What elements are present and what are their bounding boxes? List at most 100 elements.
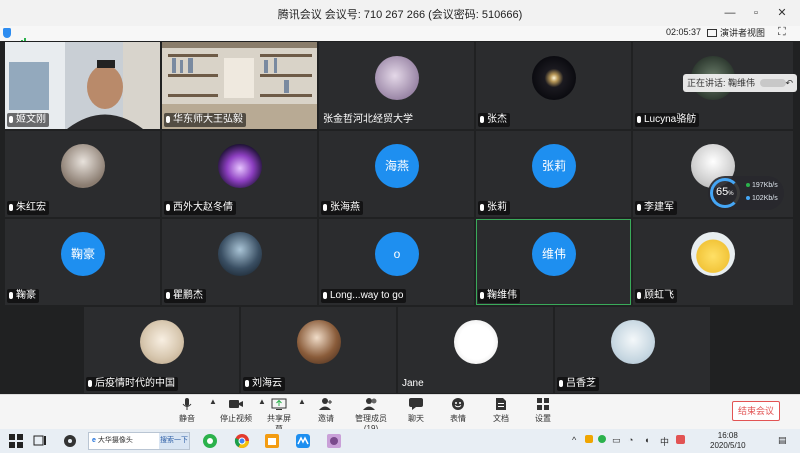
mic-icon [323, 204, 327, 211]
mute-button[interactable]: 静音 [172, 397, 202, 424]
participant-name: 姬文刚 [16, 114, 46, 125]
participant-name: Long...way to go [330, 290, 404, 301]
restore-icon[interactable]: ▫ [745, 3, 767, 23]
participant-label: 吕香芝 [557, 377, 599, 391]
meeting-toolbar: 静音 ▲ 停止视频 ▲ 共享屏幕 ▲ 邀请 管理成员(19) 聊天 表情 [0, 394, 800, 434]
participant-name: 顾虹飞 [644, 290, 674, 301]
title-bar: 腾讯会议 会议号: 710 267 266 (会议密码: 510666) — ▫… [0, 0, 800, 26]
mic-icon [9, 116, 13, 123]
mic-icon [9, 204, 13, 211]
participant-tile[interactable]: 海燕 张海燕 [319, 131, 474, 217]
end-meeting-button[interactable]: 结束会议 [732, 401, 780, 421]
close-icon[interactable]: ✕ [771, 3, 793, 23]
participant-tile[interactable]: 刘海云 [241, 307, 396, 393]
avatar [611, 320, 655, 364]
download-rate: 102Kb/s [746, 195, 778, 202]
participant-tile[interactable]: 姬文刚 [5, 42, 160, 129]
tray-wifi-icon[interactable]: ◔ [628, 435, 633, 445]
wechat-icon[interactable] [202, 433, 218, 449]
docs-button[interactable]: 文档 [489, 397, 513, 424]
reactions-button[interactable]: 表情 [446, 397, 470, 424]
avatar [691, 232, 735, 276]
participant-tile[interactable]: 朱红宏 [5, 131, 160, 217]
task-view-icon[interactable] [32, 433, 48, 449]
meeting-window: 腾讯会议 会议号: 710 267 266 (会议密码: 510666) — ▫… [0, 0, 800, 453]
participant-name: 鞠维伟 [487, 290, 517, 301]
tray-wechat-icon[interactable] [598, 435, 606, 443]
initials-avatar: 海燕 [375, 144, 419, 188]
participant-tile[interactable]: 吕香芝 [555, 307, 710, 393]
mic-icon [637, 116, 641, 123]
chrome-icon[interactable] [234, 433, 250, 449]
participant-tile[interactable]: 顾虹飞 [633, 219, 793, 305]
chat-button[interactable]: 聊天 [404, 397, 428, 424]
share-options-caret-icon[interactable]: ▲ [298, 397, 306, 406]
ie-icon: e [92, 437, 96, 444]
initials-avatar: 维伟 [532, 232, 576, 276]
mic-icon [559, 380, 563, 387]
participant-tile-speaking[interactable]: 维伟 鞠维伟 [476, 219, 631, 305]
participant-label: Long...way to go [321, 289, 407, 303]
app-icon[interactable] [326, 433, 342, 449]
participant-tile[interactable]: 张莉 张莉 [476, 131, 631, 217]
participant-tile[interactable]: 瞿鹏杰 [162, 219, 317, 305]
emoji-icon [452, 398, 464, 410]
participant-label: 华东师大王弘毅 [164, 113, 246, 127]
search-button[interactable]: 搜索一下 [159, 433, 189, 449]
participant-label: 张莉 [478, 201, 510, 215]
participant-label: 后疫情时代的中国 [86, 377, 178, 391]
taskbar-search-box[interactable]: e 大华摄像头 搜索一下 [88, 432, 190, 450]
tray-volume-icon[interactable]: ◖ [644, 435, 649, 445]
security-shield-icon[interactable] [3, 28, 11, 38]
mic-icon [166, 116, 170, 123]
avatar [140, 320, 184, 364]
document-icon [496, 398, 506, 410]
ime-indicator[interactable]: 中 [660, 435, 669, 448]
participant-label: 张海燕 [321, 201, 363, 215]
windows-start-icon[interactable] [8, 433, 24, 449]
system-clock[interactable]: 16:08 2020/5/10 [710, 431, 746, 451]
participant-tile[interactable]: o Long...way to go [319, 219, 474, 305]
collapse-icon[interactable]: ↶ [785, 74, 793, 92]
mute-options-caret-icon[interactable]: ▲ [209, 397, 217, 406]
participant-tile[interactable]: Jane [398, 307, 553, 393]
upload-dot-icon [746, 183, 750, 187]
participant-label: 张杰 [478, 113, 510, 127]
manage-members-button[interactable]: 管理成员(19) [349, 397, 393, 433]
mic-icon [480, 116, 484, 123]
app-pinwheel-icon[interactable] [62, 433, 78, 449]
network-monitor[interactable]: 65% 197Kb/s 102Kb/s [708, 176, 784, 210]
tray-sogou-icon[interactable] [676, 435, 685, 444]
add-person-icon [319, 398, 332, 410]
participant-tile[interactable]: 鞠豪 鞠豪 [5, 219, 160, 305]
participant-tile[interactable]: 华东师大王弘毅 [162, 42, 317, 129]
folder-app-icon[interactable] [264, 433, 280, 449]
notifications-icon[interactable]: ▤ [778, 435, 787, 446]
participant-tile[interactable]: 张杰 [476, 42, 631, 129]
avatar [532, 56, 576, 100]
minimize-icon[interactable]: — [719, 3, 741, 23]
participant-tile[interactable]: 后疫情时代的中国 [84, 307, 239, 393]
mic-icon [245, 380, 249, 387]
participant-name: 鞠豪 [16, 290, 36, 301]
settings-button[interactable]: 设置 [531, 397, 555, 424]
stop-video-button[interactable]: 停止视频 [218, 397, 254, 424]
participant-label: 瞿鹏杰 [164, 289, 206, 303]
participant-label: 张金哲河北经贸大学 [321, 113, 416, 127]
apps-grid-icon [537, 398, 549, 410]
participant-label: 姬文刚 [7, 113, 49, 127]
speaker-view-button[interactable]: 演讲者视图 [703, 27, 769, 40]
tray-network-icon[interactable]: ▭ [612, 435, 621, 446]
speaking-indicator[interactable]: 正在讲话: 鞠维伟 ↶ [683, 74, 797, 92]
invite-button[interactable]: 邀请 [314, 397, 338, 424]
participant-tile[interactable]: 西外大赵冬倩 [162, 131, 317, 217]
fullscreen-icon[interactable]: ⛶ [778, 26, 786, 39]
participant-name: 刘海云 [252, 378, 282, 389]
window-title: 腾讯会议 会议号: 710 267 266 (会议密码: 510666) [277, 9, 523, 21]
tray-app-icon[interactable] [585, 435, 593, 443]
tray-expand-icon[interactable]: ^ [572, 435, 576, 445]
participant-name: 张莉 [487, 202, 507, 213]
mic-icon [637, 204, 641, 211]
participant-tile[interactable]: 张金哲河北经贸大学 [319, 42, 474, 129]
tencent-meeting-icon[interactable] [295, 433, 311, 449]
